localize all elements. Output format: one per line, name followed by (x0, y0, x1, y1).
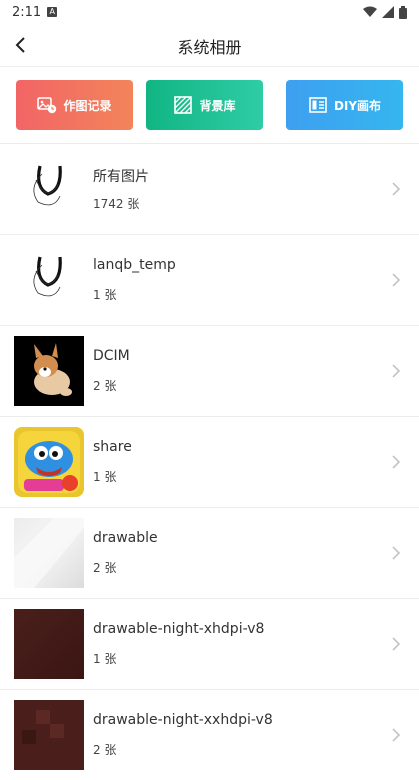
album-count: 1 张 (93, 470, 117, 484)
chevron-right-icon (392, 182, 401, 196)
header: 系统相册 (0, 24, 419, 67)
header-divider (0, 66, 419, 67)
album-row[interactable]: 所有图片 1742 张 (0, 143, 419, 234)
album-thumbnail-light (14, 518, 84, 588)
drawing-history-label: 作图记录 (63, 98, 112, 113)
notification-icon: A (47, 7, 58, 17)
album-name: lanqb_temp (93, 257, 176, 273)
album-name: drawable-night-xxhdpi-v8 (93, 712, 273, 728)
chevron-right-icon (392, 273, 401, 287)
album-thumbnail-dark (14, 609, 84, 679)
album-count: 1 张 (93, 652, 117, 666)
image-history-icon (37, 95, 57, 115)
status-bar: 2:11 A (0, 0, 419, 24)
chevron-right-icon (392, 364, 401, 378)
album-row[interactable]: share 1 张 (0, 416, 419, 507)
album-row[interactable]: drawable 2 张 (0, 507, 419, 598)
page-title: 系统相册 (177, 37, 242, 57)
wifi-icon (363, 6, 377, 17)
album-name: DCIM (93, 348, 130, 364)
album-name: 所有图片 (93, 169, 149, 185)
drawing-history-button[interactable]: 作图记录 (16, 80, 133, 130)
background-library-label: 背景库 (199, 98, 236, 113)
album-row[interactable]: drawable-night-xhdpi-v8 1 张 (0, 598, 419, 689)
status-time: 2:11 (12, 4, 42, 20)
album-thumbnail-scribble (14, 245, 84, 315)
background-pattern-icon (173, 95, 193, 115)
diy-canvas-button[interactable]: DIY画布 (286, 80, 403, 130)
album-count: 2 张 (93, 561, 117, 575)
album-count: 1 张 (93, 288, 117, 302)
album-thumbnail-scribble (14, 154, 84, 224)
album-row[interactable]: lanqb_temp 1 张 (0, 234, 419, 325)
back-arrow-icon (15, 37, 25, 53)
album-thumbnail-dark (14, 700, 84, 770)
album-name: drawable-night-xhdpi-v8 (93, 621, 265, 637)
canvas-layout-icon (308, 95, 328, 115)
album-count: 1742 张 (93, 197, 140, 211)
album-row[interactable]: DCIM 2 张 (0, 325, 419, 416)
album-thumbnail-game (14, 427, 84, 497)
signal-icon (382, 6, 394, 18)
album-thumbnail-dog (14, 336, 84, 406)
action-bar: 作图记录 背景库 DIY画布 (16, 80, 403, 130)
chevron-right-icon (392, 455, 401, 469)
album-name: drawable (93, 530, 158, 546)
album-count: 2 张 (93, 379, 117, 393)
chevron-right-icon (392, 728, 401, 742)
battery-icon (399, 5, 407, 19)
diy-canvas-label: DIY画布 (333, 98, 382, 113)
chevron-right-icon (392, 546, 401, 560)
album-name: share (93, 439, 132, 455)
album-list: 所有图片 1742 张 lanqb_temp 1 张 DCIM 2 张 shar… (0, 143, 419, 780)
background-library-button[interactable]: 背景库 (146, 80, 263, 130)
chevron-right-icon (392, 637, 401, 651)
album-row[interactable]: drawable-night-xxhdpi-v8 2 张 (0, 689, 419, 780)
back-button[interactable] (8, 32, 32, 58)
